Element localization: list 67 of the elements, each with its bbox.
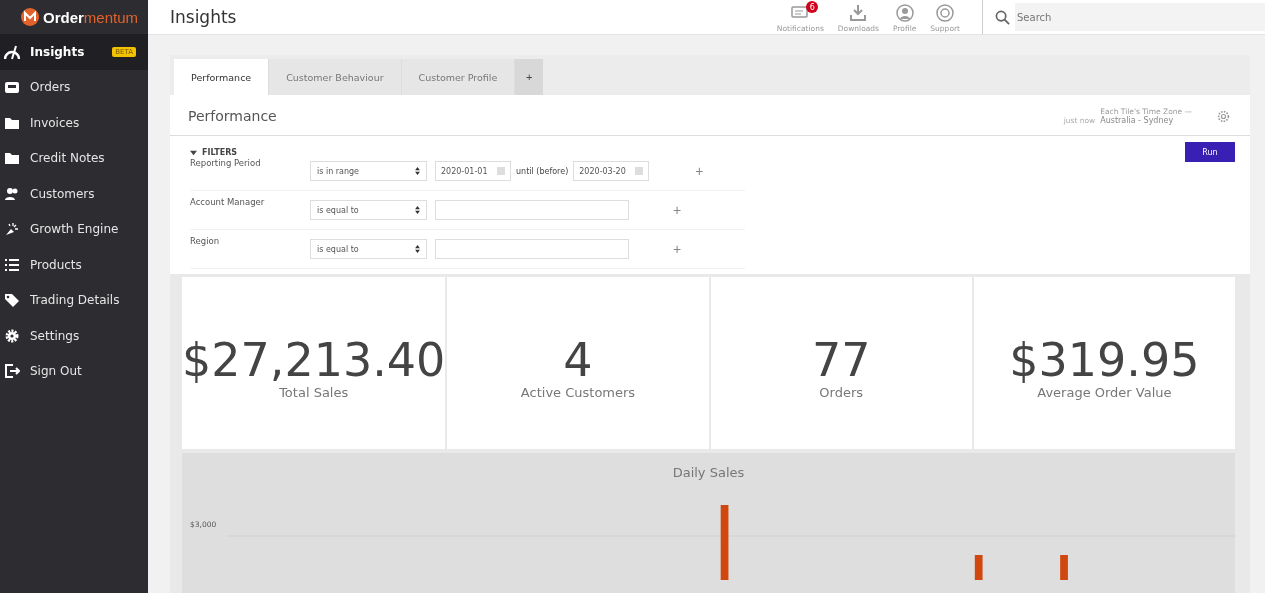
sidebar-item[interactable]: Sign Out [0,353,148,389]
updown-icon [415,206,420,214]
chart-title: Daily Sales [671,464,746,480]
updown-icon [415,167,420,175]
stat-value: $319.95 [1009,336,1200,385]
gauge-icon [4,43,20,60]
sidebar-item[interactable]: Settings [0,318,148,354]
tag-icon [4,292,20,309]
lifebuoy-icon [936,4,955,22]
list-icon [4,256,20,273]
person-icon [895,4,914,22]
sidebar-item[interactable]: Invoices [0,105,148,141]
range-separator: until (before) [516,166,569,176]
filters-toggle[interactable]: FILTERS [190,147,238,157]
download-icon [849,4,868,22]
search-icon [995,9,1010,25]
sales-bar [975,555,983,580]
timezone-value: Australia - Sydney [1100,116,1175,125]
operator-dropdown[interactable]: is equal to [310,200,427,220]
calendar-icon [497,167,505,175]
gear-icon [4,327,20,344]
caret-icon [190,148,197,156]
people-icon [4,185,20,202]
filter-label: Account Manager [190,196,266,207]
sidebar-item[interactable]: Trading Details [0,282,148,318]
calendar-icon [635,167,644,175]
run-button[interactable]: Run [1185,142,1235,162]
search-field[interactable]: Search [982,0,1265,34]
date-field[interactable]: 2020-03-20 [573,161,650,181]
stat-value: 77 [811,336,871,385]
stat-label: Average Order Value [1037,384,1172,400]
settings-icon[interactable] [1217,109,1230,123]
add-filter-button[interactable]: + [689,162,710,180]
updown-icon [415,245,420,253]
filter-label: Region [190,235,221,246]
logo-icon [20,7,40,27]
tray-icon [4,79,20,96]
stat-label: Active Customers [520,384,636,400]
value-field[interactable] [435,200,629,220]
notification-count: 6 [806,1,819,13]
date-field[interactable]: 2020-01-01 [435,161,511,181]
page-title: Insights [170,7,238,27]
exit-icon [4,363,20,380]
sidebar-item[interactable]: Growth Engine [0,211,148,247]
sidebar-item[interactable]: Orders [0,69,148,105]
sidebar-item[interactable]: Credit Notes [0,140,148,176]
sidebar-item[interactable]: Products [0,247,148,283]
sales-bar [1060,555,1069,580]
filter-label: Reporting Period [190,157,262,168]
operator-dropdown[interactable]: is in range [310,161,427,181]
sidebar-item[interactable]: Customers [0,176,148,212]
add-filter-button[interactable]: + [667,201,688,219]
stat-value: 4 [563,336,593,385]
add-filter-button[interactable]: + [667,240,688,258]
panel-title: Performance [188,108,278,124]
stat-value: $27,213.40 [182,336,446,385]
add-tab-button[interactable]: + [515,59,544,95]
stat-label: Total Sales [279,384,349,400]
tab[interactable]: Performance [174,59,270,95]
operator-dropdown[interactable]: is equal to [310,239,427,259]
stat-label: Orders [819,384,864,400]
tab[interactable]: Customer Profile [401,59,516,95]
tab[interactable]: Customer Behaviour [269,59,402,95]
folder-icon [4,150,20,167]
value-field[interactable] [435,239,629,259]
brand-name: Ordermentum [43,8,139,26]
sparkle-icon [4,221,20,238]
